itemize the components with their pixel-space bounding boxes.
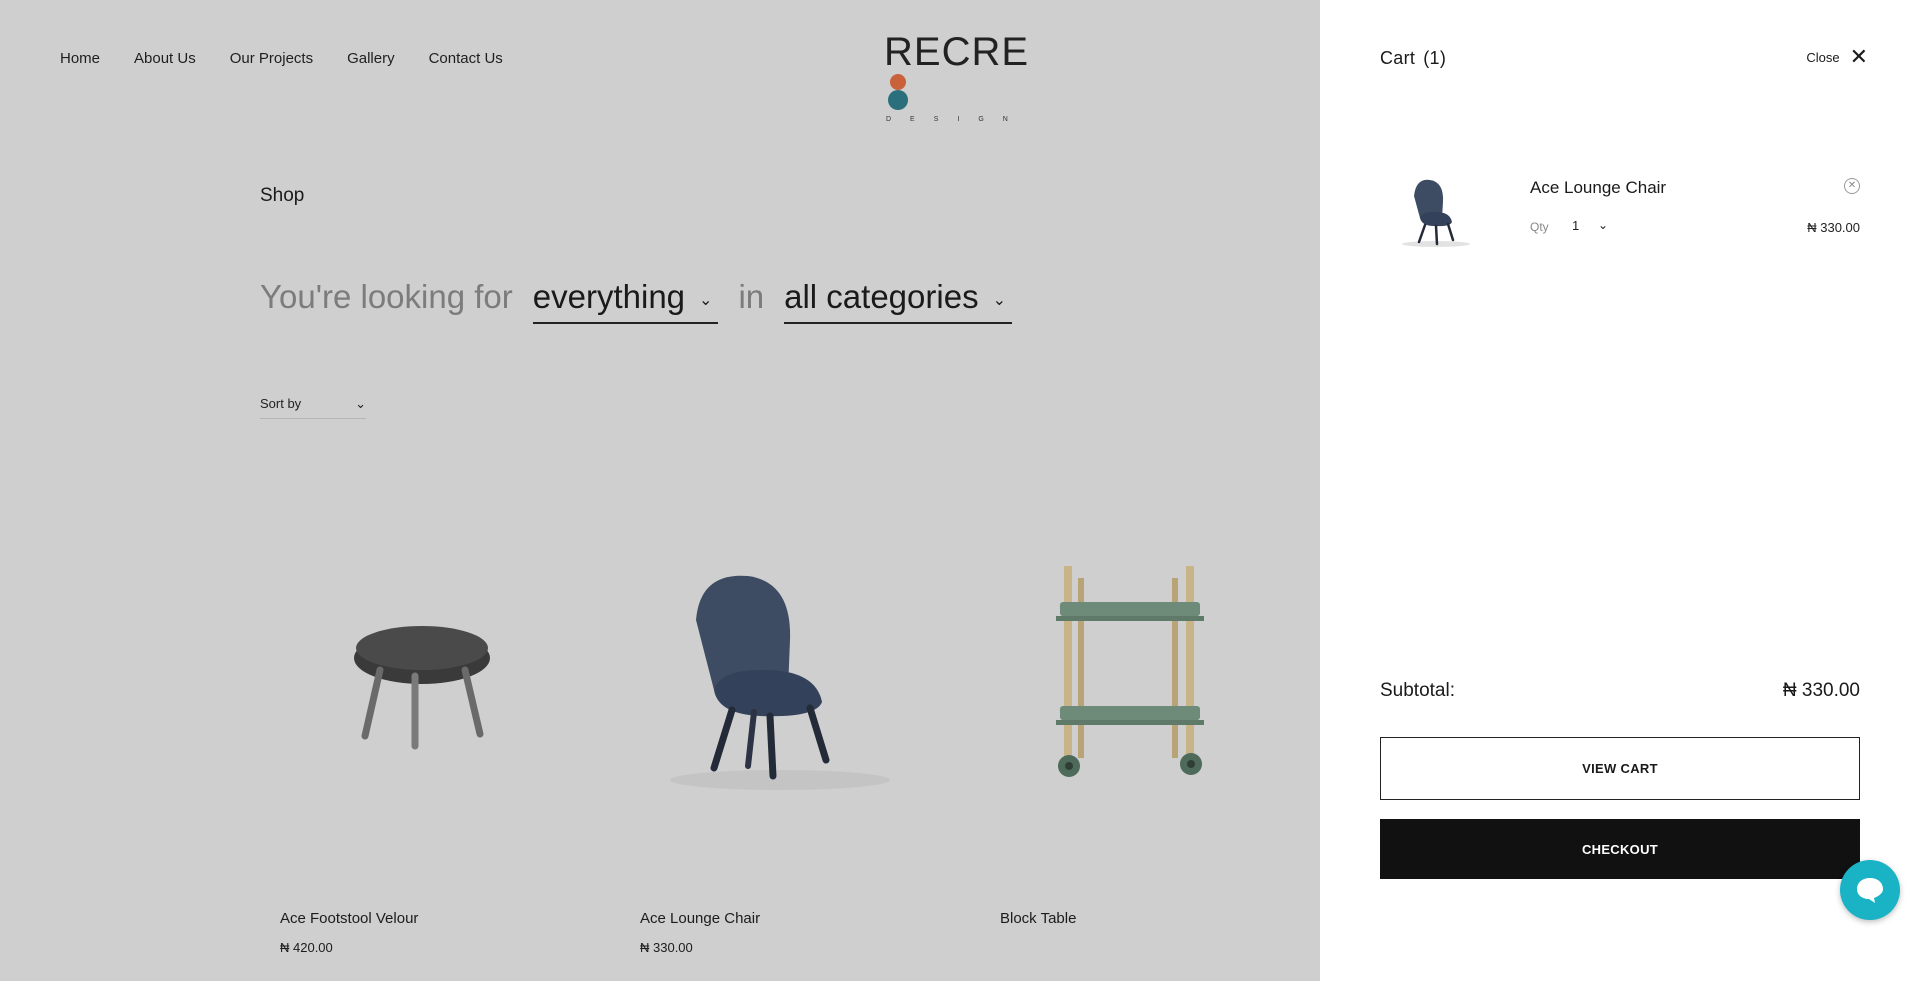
cart-count: (1) (1423, 48, 1447, 68)
product-name[interactable]: Block Table (1000, 910, 1076, 927)
chevron-down-icon[interactable]: ⌄ (1598, 218, 1608, 232)
category-value: all categories (784, 278, 979, 315)
filter-everything-dropdown[interactable]: everything ⌄ (532, 278, 719, 324)
remove-item-icon[interactable]: ✕ (1844, 178, 1860, 194)
cart-item-price: ₦ 330.00 (1807, 220, 1860, 235)
nav-our-projects[interactable]: Our Projects (230, 50, 313, 67)
logo-dots-icon (888, 74, 908, 110)
qty-label: Qty (1530, 220, 1549, 234)
product-image[interactable] (260, 540, 560, 800)
nav-gallery[interactable]: Gallery (347, 50, 395, 67)
filter-prefix: You're looking for (260, 278, 513, 315)
product-price: ₦ 330.00 (640, 940, 693, 955)
lounge-chair-image (670, 575, 890, 790)
product-price: ₦ 420.00 (280, 940, 333, 955)
chat-bubble-icon (1857, 878, 1883, 903)
product-image[interactable] (620, 540, 920, 800)
cart-item: Ace Lounge Chair Qty 1 ⌄ ✕ ₦ 330.00 (1380, 158, 1860, 258)
nav-about-us[interactable]: About Us (134, 50, 196, 67)
close-icon: ✕ (1849, 44, 1868, 69)
footstool-image (354, 626, 490, 750)
view-cart-button[interactable]: VIEW CART (1380, 737, 1860, 800)
page-title: Shop (260, 185, 305, 206)
chevron-down-icon: ⌄ (699, 292, 713, 309)
cart-item-thumbnail[interactable] (1390, 168, 1480, 248)
sort-by-dropdown[interactable]: Sort by ⌄ (260, 396, 366, 419)
cart-drawer: Cart (1) Close ✕ Ace Lounge Chair Qty 1 ⌄… (1320, 0, 1920, 981)
main-nav: Home About Us Our Projects Gallery Conta… (60, 50, 503, 67)
sort-by-label: Sort by (260, 396, 302, 411)
product-card[interactable]: Ace Footstool Velour ₦ 420.00 (260, 540, 560, 955)
product-card[interactable]: Block Table (980, 540, 1280, 927)
checkout-button[interactable]: CHECKOUT (1380, 819, 1860, 879)
filter-value: everything (532, 278, 686, 315)
lounge-chair-thumbnail-image (1402, 179, 1470, 247)
qty-dropdown-value[interactable]: 1 (1572, 218, 1579, 233)
subtotal-label: Subtotal: (1380, 680, 1455, 701)
subtotal-row: Subtotal: ₦ 330.00 (1380, 680, 1860, 702)
close-cart-button[interactable]: Close ✕ (1806, 44, 1868, 69)
cart-title: Cart (1) (1380, 48, 1446, 69)
category-dropdown[interactable]: all categories ⌄ (784, 278, 1012, 324)
product-image[interactable] (980, 540, 1280, 800)
product-filter: You're looking for everything ⌄ in all c… (260, 278, 1012, 324)
chevron-down-icon: ⌄ (992, 292, 1006, 309)
subtotal-value: ₦ 330.00 (1782, 680, 1860, 701)
site-logo[interactable]: RECRE DESIGN (884, 32, 1036, 123)
nav-contact-us[interactable]: Contact Us (429, 50, 503, 67)
chat-widget-button[interactable] (1840, 860, 1900, 920)
cart-item-name[interactable]: Ace Lounge Chair (1530, 178, 1666, 198)
cart-title-label: Cart (1380, 48, 1416, 68)
product-card[interactable]: Ace Lounge Chair ₦ 330.00 (620, 540, 920, 955)
block-table-image (1056, 566, 1204, 777)
product-name[interactable]: Ace Footstool Velour (280, 910, 418, 927)
nav-home[interactable]: Home (60, 50, 100, 67)
logo-wordmark: RECRE (884, 32, 1036, 112)
filter-in: in (738, 278, 765, 315)
close-label: Close (1806, 49, 1840, 65)
chevron-down-icon: ⌄ (355, 396, 366, 411)
logo-subtitle: DESIGN (886, 116, 1027, 123)
product-name[interactable]: Ace Lounge Chair (640, 910, 760, 927)
